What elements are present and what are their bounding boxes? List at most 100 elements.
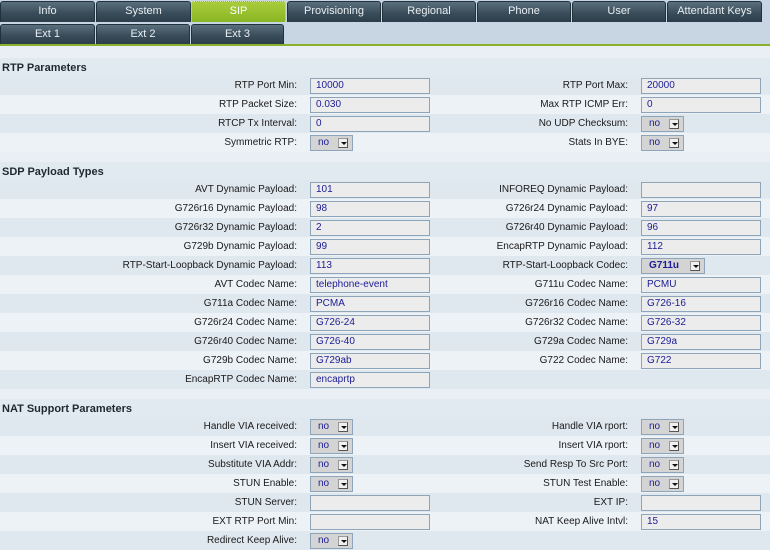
rtp-port-min-input[interactable]: 10000: [310, 78, 430, 94]
ext-ip-input[interactable]: [641, 495, 761, 511]
g726r32-codec-name-input[interactable]: G726-32: [641, 315, 761, 331]
spacer: [0, 152, 770, 162]
dropdown-arrow-icon[interactable]: [669, 119, 679, 129]
dropdown-arrow-icon[interactable]: [669, 422, 679, 432]
rtcp-tx-interval-input[interactable]: 0: [310, 116, 430, 132]
dropdown-arrow-icon[interactable]: [338, 460, 348, 470]
g726r24-dynamic-payload-input[interactable]: 97: [641, 201, 761, 217]
rtp-start-loopback-dynamic-payload-input[interactable]: 113: [310, 258, 430, 274]
select-value: no: [649, 459, 661, 470]
nat-keep-alive-intvl-label: NAT Keep Alive Intvl:: [534, 516, 628, 527]
settings-row: Substitute VIA Addr: no Send Resp To Src…: [0, 455, 770, 474]
insert-via-received-select[interactable]: no: [310, 438, 353, 454]
g711a-codec-name-input[interactable]: PCMA: [310, 296, 430, 312]
select-value: no: [649, 137, 661, 148]
subtab-ext-3[interactable]: Ext 3: [191, 24, 284, 44]
no-udp-checksum-label: No UDP Checksum:: [538, 118, 628, 129]
g722-codec-name-input[interactable]: G722: [641, 353, 761, 369]
substitute-via-addr-label: Substitute VIA Addr:: [208, 459, 297, 470]
select-value: no: [318, 478, 330, 489]
inforeq-dynamic-payload-input[interactable]: [641, 182, 761, 198]
dropdown-arrow-icon[interactable]: [669, 460, 679, 470]
ext-rtp-port-min-input[interactable]: [310, 514, 430, 530]
select-value: no: [649, 440, 661, 451]
encaprtp-codec-name-input[interactable]: encaprtp: [310, 372, 430, 388]
settings-row: G729b Codec Name: G729ab G722 Codec Name…: [0, 351, 770, 370]
tab-phone[interactable]: Phone: [477, 1, 571, 22]
g726r40-codec-name-label: G726r40 Codec Name:: [194, 336, 297, 347]
select-value: no: [318, 459, 330, 470]
g711u-codec-name-label: G711u Codec Name:: [534, 279, 628, 290]
tab-regional[interactable]: Regional: [382, 1, 476, 22]
g726r24-codec-name-label: G726r24 Codec Name:: [194, 317, 297, 328]
nat-keep-alive-intvl-input[interactable]: 15: [641, 514, 761, 530]
settings-row: AVT Dynamic Payload: 101 INFOREQ Dynamic…: [0, 180, 770, 199]
tab-info[interactable]: Info: [0, 1, 95, 22]
main-tab-bar: Info System SIP Provisioning Regional Ph…: [0, 0, 770, 23]
encaprtp-dynamic-payload-input[interactable]: 112: [641, 239, 761, 255]
rtp-packet-size-input[interactable]: 0.030: [310, 97, 430, 113]
symmetric-rtp-select[interactable]: no: [310, 135, 353, 151]
g711a-codec-name-label: G711a Codec Name:: [203, 298, 297, 309]
send-resp-to-src-port-select[interactable]: no: [641, 457, 684, 473]
stun-server-input[interactable]: [310, 495, 430, 511]
settings-row: STUN Server: EXT IP:: [0, 493, 770, 512]
tab-provisioning[interactable]: Provisioning: [287, 1, 381, 22]
spacer: [0, 389, 770, 399]
subtab-ext-2[interactable]: Ext 2: [96, 24, 190, 44]
dropdown-arrow-icon[interactable]: [338, 422, 348, 432]
handle-via-rport-select[interactable]: no: [641, 419, 684, 435]
g726r16-codec-name-input[interactable]: G726-16: [641, 296, 761, 312]
dropdown-arrow-icon[interactable]: [669, 138, 679, 148]
spacer: [0, 48, 770, 58]
settings-row: RTP Port Min: 10000 RTP Port Max: 20000: [0, 76, 770, 95]
tab-user[interactable]: User: [572, 1, 666, 22]
substitute-via-addr-select[interactable]: no: [310, 457, 353, 473]
tab-sip[interactable]: SIP: [191, 1, 286, 22]
tab-system[interactable]: System: [96, 1, 191, 22]
settings-row: RTCP Tx Interval: 0 No UDP Checksum: no: [0, 114, 770, 133]
g726r24-dynamic-payload-label: G726r24 Dynamic Payload:: [505, 203, 628, 214]
g711u-codec-name-input[interactable]: PCMU: [641, 277, 761, 293]
g726r40-codec-name-input[interactable]: G726-40: [310, 334, 430, 350]
settings-row: RTP Packet Size: 0.030 Max RTP ICMP Err:…: [0, 95, 770, 114]
dropdown-arrow-icon[interactable]: [338, 138, 348, 148]
subtab-ext-1[interactable]: Ext 1: [0, 24, 95, 44]
select-value: no: [318, 440, 330, 451]
insert-via-rport-label: Insert VIA rport:: [558, 440, 628, 451]
max-rtp-icmp-err-input[interactable]: 0: [641, 97, 761, 113]
settings-row: G729b Dynamic Payload: 99 EncapRTP Dynam…: [0, 237, 770, 256]
g729a-codec-name-input[interactable]: G729a: [641, 334, 761, 350]
tab-attendant-keys[interactable]: Attendant Keys: [667, 1, 762, 22]
handle-via-received-select[interactable]: no: [310, 419, 353, 435]
g722-codec-name-label: G722 Codec Name:: [539, 355, 628, 366]
rtp-start-loopback-codec-select[interactable]: G711u: [641, 258, 705, 274]
no-udp-checksum-select[interactable]: no: [641, 116, 684, 132]
settings-row: Insert VIA received: no Insert VIA rport…: [0, 436, 770, 455]
stun-test-enable-select[interactable]: no: [641, 476, 684, 492]
avt-dynamic-payload-input[interactable]: 101: [310, 182, 430, 198]
dropdown-arrow-icon[interactable]: [338, 479, 348, 489]
g726r40-dynamic-payload-input[interactable]: 96: [641, 220, 761, 236]
g726r24-codec-name-input[interactable]: G726-24: [310, 315, 430, 331]
g729b-dynamic-payload-input[interactable]: 99: [310, 239, 430, 255]
g726r16-dynamic-payload-input[interactable]: 98: [310, 201, 430, 217]
stun-enable-label: STUN Enable:: [233, 478, 297, 489]
rtp-port-max-input[interactable]: 20000: [641, 78, 761, 94]
insert-via-rport-select[interactable]: no: [641, 438, 684, 454]
dropdown-arrow-icon[interactable]: [690, 261, 700, 271]
select-value: G711u: [649, 260, 680, 271]
stun-enable-select[interactable]: no: [310, 476, 353, 492]
dropdown-arrow-icon[interactable]: [669, 479, 679, 489]
select-value: no: [318, 137, 330, 148]
g726r32-dynamic-payload-input[interactable]: 2: [310, 220, 430, 236]
avt-codec-name-input[interactable]: telephone-event: [310, 277, 430, 293]
g729b-codec-name-input[interactable]: G729ab: [310, 353, 430, 369]
settings-row: Handle VIA received: no Handle VIA rport…: [0, 417, 770, 436]
stats-in-bye-select[interactable]: no: [641, 135, 684, 151]
dropdown-arrow-icon[interactable]: [338, 536, 348, 546]
dropdown-arrow-icon[interactable]: [669, 441, 679, 451]
dropdown-arrow-icon[interactable]: [338, 441, 348, 451]
g729b-codec-name-label: G729b Codec Name:: [203, 355, 297, 366]
rtp-start-loopback-codec-label: RTP-Start-Loopback Codec:: [502, 260, 628, 271]
